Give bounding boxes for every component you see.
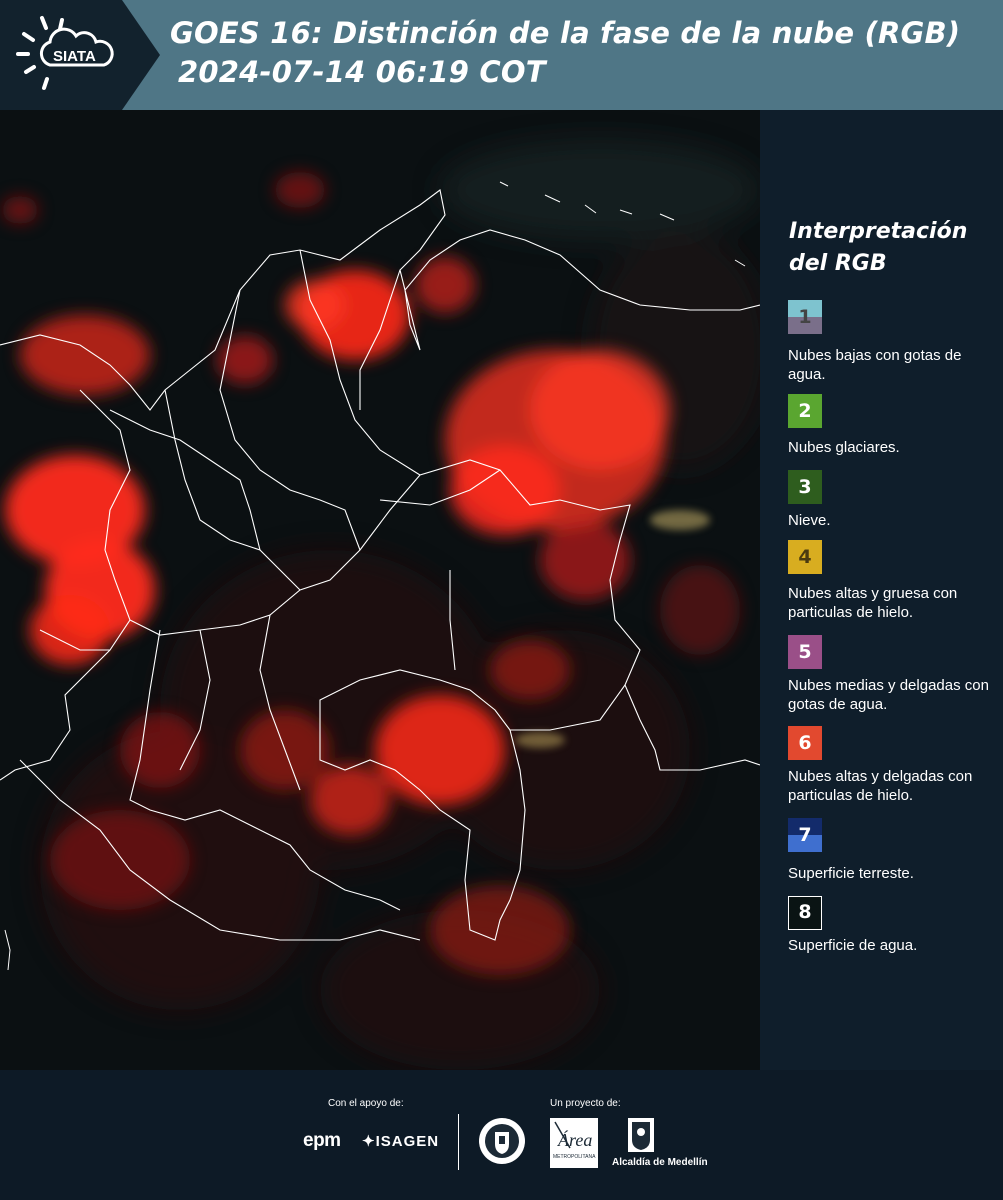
legend-label-1: Nubes bajas con gotas de agua. bbox=[788, 347, 962, 383]
legend-swatch-1: 1 bbox=[788, 300, 822, 334]
footer-divider bbox=[458, 1114, 459, 1170]
support-caption: Con el apoyo de: bbox=[328, 1098, 404, 1109]
siata-logo-text: SIATA bbox=[53, 48, 96, 65]
legend-panel: Interpretación del RGB 1 Nubes bajas con… bbox=[760, 110, 1003, 1070]
alcaldia-shield-icon bbox=[628, 1118, 654, 1152]
legend-label-6: Nubes altas y delgadas con particulas de… bbox=[788, 768, 973, 804]
footer: Con el apoyo de: Un proyecto de: epm ✦IS… bbox=[0, 1070, 1003, 1200]
legend-swatch-3: 3 bbox=[788, 470, 822, 504]
legend-label-2: Nubes glaciares. bbox=[788, 439, 900, 456]
legend-title: Interpretación del RGB bbox=[789, 219, 968, 276]
isagen-logo: ✦ISAGEN bbox=[362, 1132, 439, 1150]
page-timestamp: 2024-07-14 06:19 COT bbox=[178, 55, 546, 89]
satellite-map bbox=[0, 110, 760, 1070]
legend-swatch-7: 7 bbox=[788, 818, 822, 852]
svg-text:Área: Área bbox=[557, 1129, 592, 1150]
legend-swatch-4: 4 bbox=[788, 540, 822, 574]
legend-swatch-6: 6 bbox=[788, 726, 822, 760]
page-title: GOES 16: Distinción de la fase de la nub… bbox=[170, 16, 961, 50]
legend-label-5: Nubes medias y delgadas con gotas de agu… bbox=[788, 677, 989, 713]
legend-label-7: Superficie terreste. bbox=[788, 865, 914, 882]
legend-swatch-2: 2 bbox=[788, 394, 822, 428]
header-bar: SIATA GOES 16: Distinción de la fase de … bbox=[0, 0, 1003, 110]
legend-label-3: Nieve. bbox=[788, 512, 831, 529]
project-caption: Un proyecto de: bbox=[550, 1098, 621, 1109]
legend-swatch-8: 8 bbox=[788, 896, 822, 930]
legend-swatch-5: 5 bbox=[788, 635, 822, 669]
alcaldia-logo-text: Alcaldía de Medellín bbox=[612, 1157, 708, 1168]
isagen-text: ISAGEN bbox=[375, 1133, 440, 1150]
university-seal-icon bbox=[479, 1118, 525, 1164]
isagen-mark-icon: ✦ bbox=[362, 1133, 376, 1150]
legend-label-8: Superficie de agua. bbox=[788, 937, 918, 954]
legend-label-4: Nubes altas y gruesa con particulas de h… bbox=[788, 585, 958, 621]
siata-logo: SIATA bbox=[0, 0, 160, 110]
svg-text:METROPOLITANA: METROPOLITANA bbox=[553, 1154, 596, 1160]
epm-logo: epm bbox=[303, 1130, 341, 1151]
area-metropolitana-logo: Área METROPOLITANA bbox=[550, 1118, 598, 1168]
